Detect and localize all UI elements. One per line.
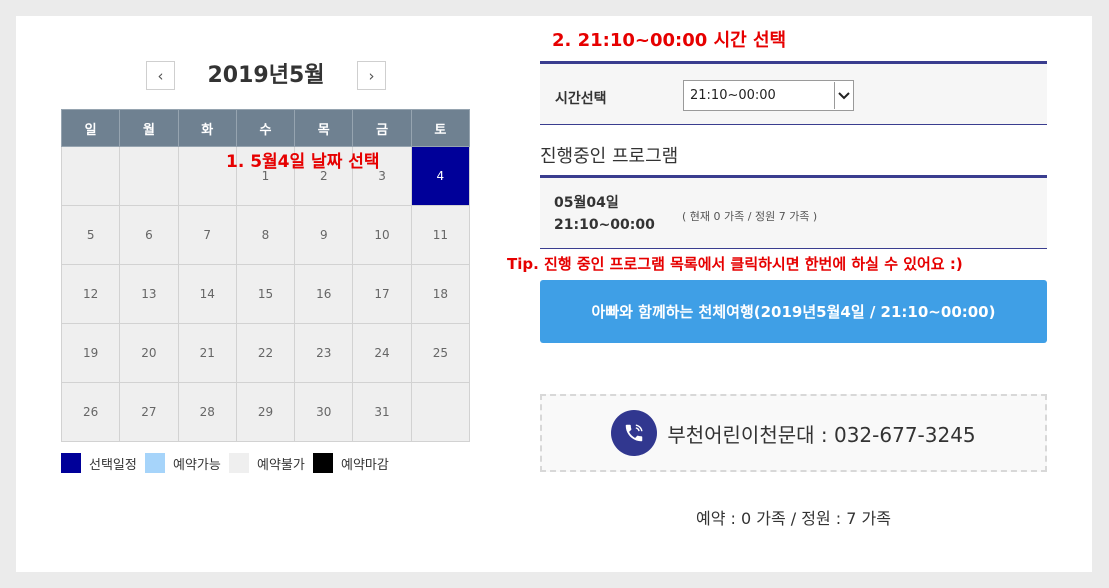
calendar-day[interactable]: 12 [60,264,121,324]
legend-label: 예약불가 [257,457,305,473]
tip-annotation: Tip. 진행 중인 프로그램 목록에서 클릭하시면 한번에 하실 수 있어요 … [507,255,963,273]
program-datetime: 05월04일 21:10~00:00 [554,192,655,236]
calendar-day[interactable]: 8 [235,205,296,265]
calendar-day[interactable]: 20 [119,323,179,383]
calendar-day[interactable]: 11 [410,205,471,265]
calendar-empty-cell [410,382,471,442]
program-list-heading: 진행중인 프로그램 [540,146,679,167]
weekday-header: 토 [410,109,471,147]
weekday-header: 금 [352,109,412,147]
phone-icon [611,410,658,456]
legend-item: 예약가능 [145,453,229,473]
calendar-week-row: 26 27 28 29 30 31 [60,382,471,442]
calendar-day[interactable]: 9 [294,205,354,265]
legend-swatch [313,453,333,473]
weekday-header: 화 [177,109,237,147]
legend-label: 선택일정 [89,457,137,473]
contact-box: 부천어린이천문대 : 032-677-3245 [540,394,1047,472]
calendar-day[interactable]: 17 [352,264,412,324]
calendar-day[interactable]: 6 [119,205,179,265]
calendar-legend: 선택일정 예약가능 예약불가 예약마감 [61,452,397,474]
time-select-value: 21:10~00:00 [690,88,776,103]
contact-text: 부천어린이천문대 : 032-677-3245 [667,422,976,447]
calendar-day[interactable]: 19 [60,323,121,383]
legend-swatch [61,453,81,473]
capacity-text: 예약 : 0 가족 / 정원 : 7 가족 [696,509,891,528]
program-date: 05월04일 [554,195,619,211]
weekday-header-row: 일월화수목금토 [60,109,471,147]
calendar-week-row: 5 6 7 8 9 10 11 [60,205,471,265]
calendar-week-row: 12 13 14 15 16 17 18 [60,264,471,324]
step2-annotation: 2. 21:10~00:00 시간 선택 [552,30,787,51]
calendar-day[interactable]: 14 [177,264,237,324]
calendar-day[interactable]: 16 [294,264,354,324]
step1-annotation: 1. 5월4일 날짜 선택 [226,152,380,172]
calendar-day[interactable]: 28 [177,382,237,442]
calendar-day[interactable]: 7 [177,205,237,265]
calendar-day[interactable]: 4 [410,146,471,206]
legend-swatch [229,453,249,473]
calendar-empty-cell [60,146,121,206]
chevron-left-icon: ‹ [157,66,164,85]
chevron-right-icon: › [368,66,375,85]
weekday-header: 목 [294,109,354,147]
calendar-day[interactable]: 23 [294,323,354,383]
program-reserve-button[interactable]: 아빠와 함께하는 천체여행(2019년5월4일 / 21:10~00:00) [540,280,1047,343]
calendar-day[interactable]: 18 [410,264,471,324]
calendar-nav: ‹ 2019년5월 › [146,61,386,91]
calendar-day[interactable]: 30 [294,382,354,442]
legend-item: 선택일정 [61,453,145,473]
legend-item: 예약불가 [229,453,313,473]
calendar-body: 1 2 3 4 5 6 7 8 9 10 11 12 13 14 15 16 17 18 19 20 21 22 23 24 2… [60,146,471,442]
calendar-day[interactable]: 10 [352,205,412,265]
calendar-day[interactable]: 29 [235,382,296,442]
calendar-day[interactable]: 22 [235,323,296,383]
calendar-week-row: 19 20 21 22 23 24 25 [60,323,471,383]
calendar-day[interactable]: 5 [60,205,121,265]
time-select-label: 시간선택 [555,91,607,107]
calendar-day[interactable]: 21 [177,323,237,383]
next-month-button[interactable]: › [357,61,386,90]
legend-swatch [145,453,165,473]
legend-label: 예약마감 [341,457,389,473]
calendar-title: 2019년5월 [207,63,325,88]
calendar-empty-cell [119,146,179,206]
program-list-item[interactable]: 05월04일 21:10~00:00 ( 현재 0 가족 / 정원 7 가족 ) [540,175,1047,249]
chevron-down-icon[interactable] [834,82,852,109]
legend-label: 예약가능 [173,457,221,473]
weekday-header: 월 [119,109,179,147]
legend-item: 예약마감 [313,453,397,473]
calendar-day[interactable]: 31 [352,382,412,442]
calendar-day[interactable]: 15 [235,264,296,324]
time-select-box: 시간선택 21:10~00:00 [540,61,1047,125]
program-time: 21:10~00:00 [554,217,655,233]
calendar-day[interactable]: 25 [410,323,471,383]
calendar-day[interactable]: 24 [352,323,412,383]
weekday-header: 수 [235,109,296,147]
calendar-day[interactable]: 27 [119,382,179,442]
time-select-dropdown[interactable]: 21:10~00:00 [683,80,854,111]
calendar-day[interactable]: 13 [119,264,179,324]
calendar-day[interactable]: 26 [60,382,121,442]
weekday-header: 일 [60,109,121,147]
program-count: ( 현재 0 가족 / 정원 7 가족 ) [682,210,818,223]
prev-month-button[interactable]: ‹ [146,61,175,90]
